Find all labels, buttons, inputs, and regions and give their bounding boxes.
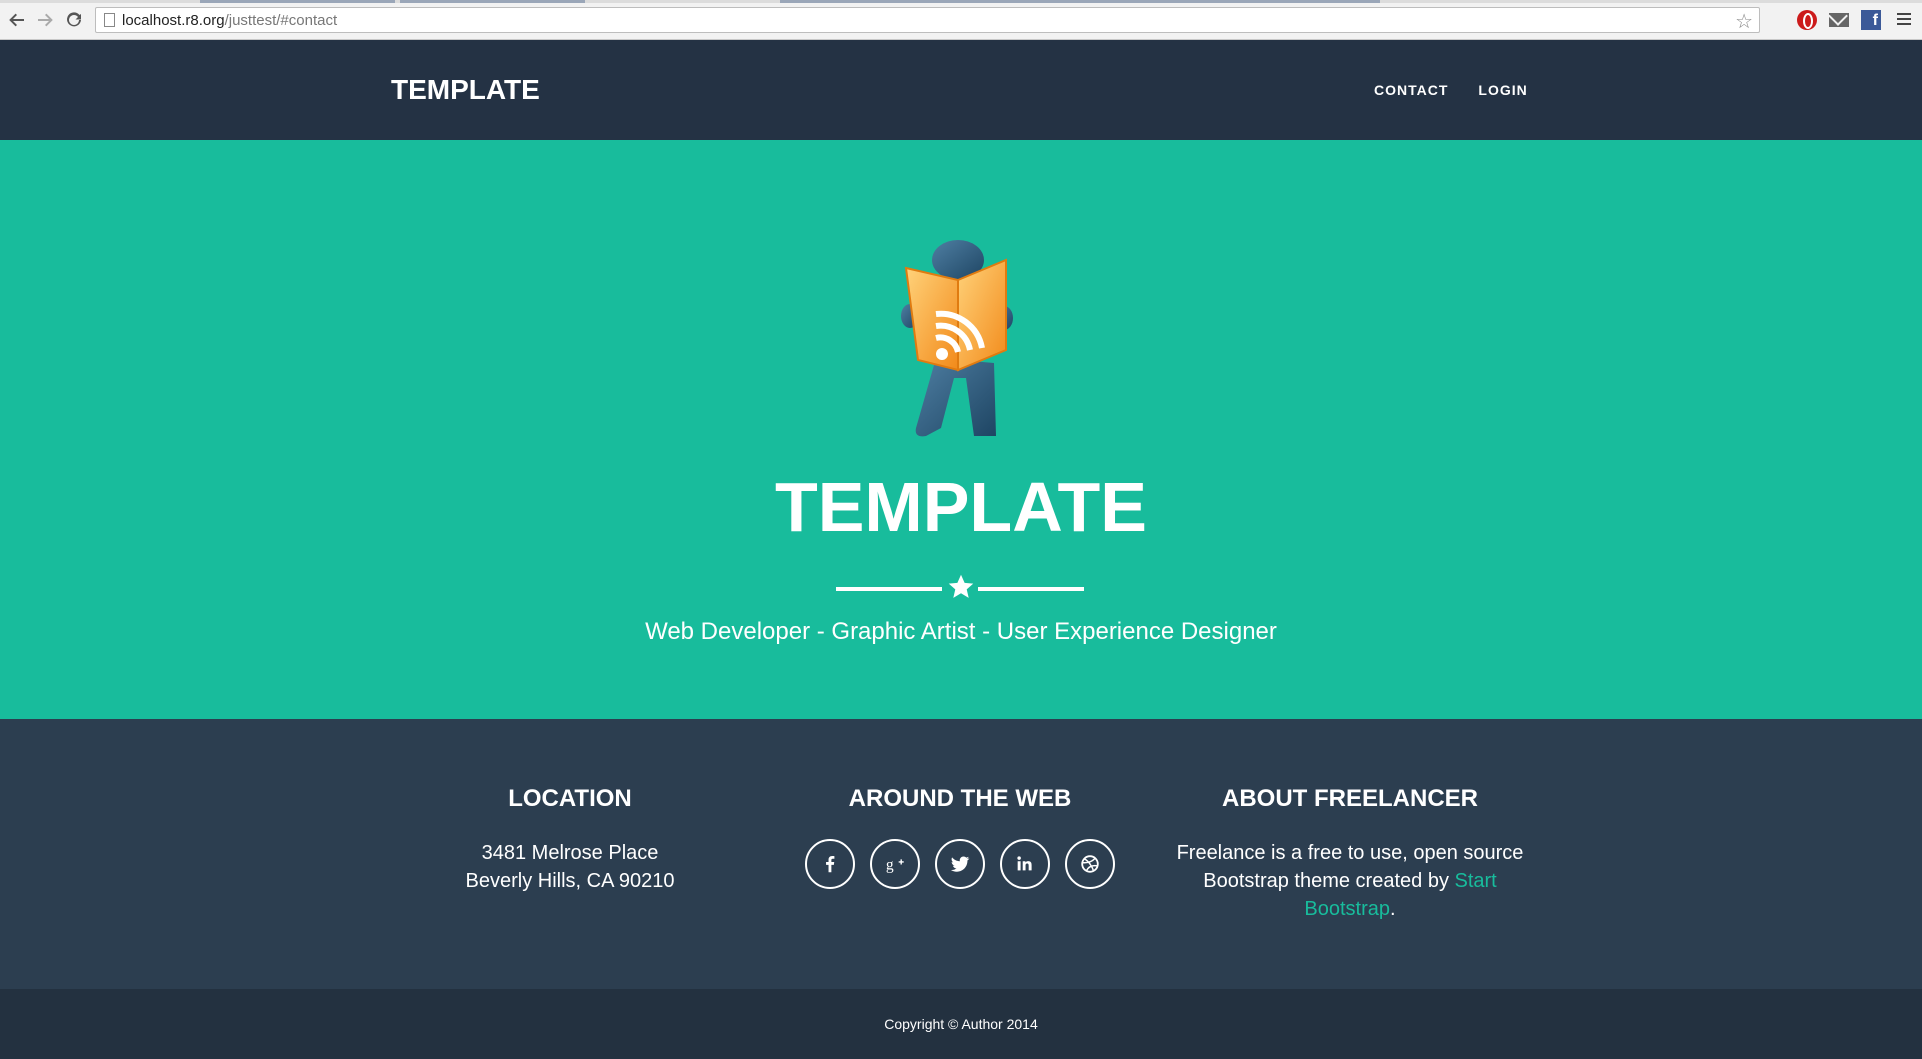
brand-logo-link[interactable]: TEMPLATE [391,74,540,106]
facebook-link[interactable] [805,839,855,889]
twitter-link[interactable] [935,839,985,889]
site-navbar: TEMPLATE CONTACT LOGIN [0,40,1922,140]
address-line-2: Beverly Hills, CA 90210 [465,870,675,892]
tab-indicator[interactable] [200,0,395,3]
hero-title: TEMPLATE [774,468,1147,546]
forward-arrow-icon [38,13,53,27]
star-divider [834,573,1086,603]
nav-link-login[interactable]: LOGIN [1478,82,1527,98]
hero-subtitle: Web Developer - Graphic Artist - User Ex… [645,618,1277,645]
browser-menu-icon[interactable] [1897,13,1911,27]
hero-section: TEMPLATE Web Developer - Graphic Artist … [0,140,1922,719]
page-icon [104,13,115,27]
forward-button[interactable] [34,9,56,31]
reload-button[interactable] [63,9,85,31]
browser-toolbar: localhost.r8.org/justtest/#contact ☆ f [0,0,1922,40]
star-icon [948,574,974,598]
dribbble-icon [1081,855,1099,873]
svg-text:g: g [886,857,894,874]
copyright-bar: Copyright © Author 2014 [0,989,1922,1059]
back-button[interactable] [6,9,28,31]
back-arrow-icon [9,13,24,27]
rss-reader-figure-image [901,240,1013,437]
mail-extension-icon[interactable] [1829,13,1849,27]
nav-link-contact[interactable]: CONTACT [1374,82,1448,98]
about-heading: ABOUT FREELANCER [1222,785,1478,812]
tab-indicator[interactable] [400,0,585,3]
linkedin-icon [1017,856,1032,871]
bookmark-star-icon[interactable]: ☆ [1735,9,1753,34]
nav-links: CONTACT LOGIN [1374,82,1528,98]
footer: LOCATION 3481 Melrose Place Beverly Hill… [0,719,1922,989]
url-text[interactable]: localhost.r8.org/justtest/#contact [122,12,337,29]
dribbble-link[interactable] [1065,839,1115,889]
facebook-icon [826,856,835,873]
google-plus-link[interactable]: g [870,839,920,889]
about-text: Freelance is a free to use, open source … [1176,842,1524,920]
linkedin-link[interactable] [1000,839,1050,889]
google-plus-icon: g [886,857,904,874]
social-links: g [750,839,1170,889]
footer-location: LOCATION 3481 Melrose Place Beverly Hill… [360,785,780,895]
reload-icon [67,12,81,27]
address-bar[interactable]: localhost.r8.org/justtest/#contact ☆ [95,7,1760,33]
tab-indicator[interactable] [780,0,1380,3]
around-web-heading: AROUND THE WEB [848,785,1072,812]
tab-strip [0,0,1922,3]
opera-extension-icon[interactable] [1797,10,1817,30]
footer-about: ABOUT FREELANCER Freelance is a free to … [1140,785,1560,923]
facebook-extension-icon[interactable]: f [1861,10,1881,30]
copyright-text: Copyright © Author 2014 [884,1016,1038,1032]
footer-around-web: AROUND THE WEB g [750,785,1170,889]
address-line-1: 3481 Melrose Place [481,842,659,864]
location-heading: LOCATION [508,785,632,812]
twitter-icon [950,856,970,872]
